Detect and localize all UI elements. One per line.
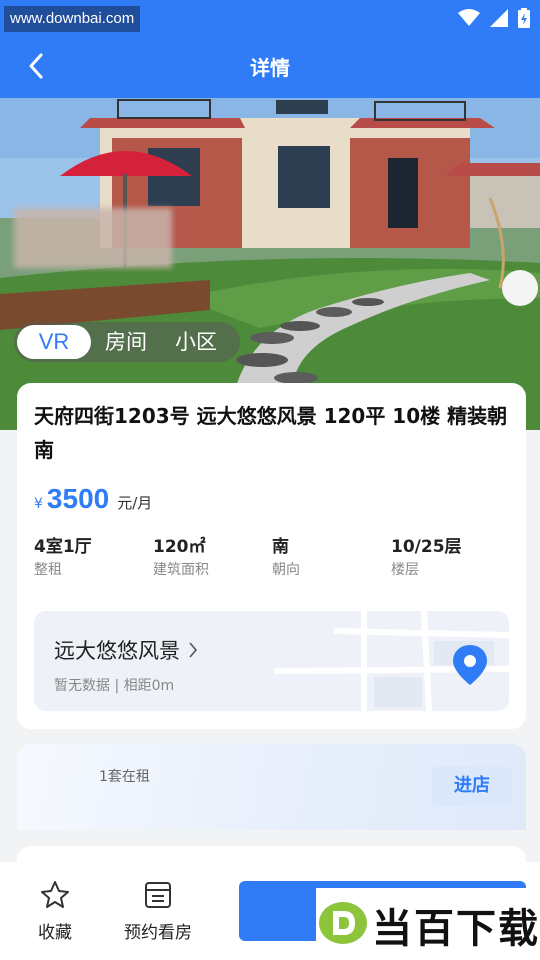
hero-image[interactable]: VR 房间 小区 <box>0 98 540 430</box>
agent-card: 1套在租 进店 <box>17 744 526 830</box>
top-bar: www.downbai.com 详情 <box>0 0 540 98</box>
spec-label: 楼层 <box>391 562 419 578</box>
location-pin-icon[interactable] <box>453 645 487 685</box>
spec-label: 建筑面积 <box>153 562 209 578</box>
price-value: 3500 <box>46 483 110 514</box>
listing-card: 天府四街1203号 远大悠悠风景 120平 10楼 精装朝南 ¥ 3500 元/… <box>17 383 526 729</box>
listings-count: 1套在租 <box>99 769 150 785</box>
community-link[interactable]: 远大悠悠风景 <box>54 635 198 665</box>
chevron-right-icon <box>189 642 198 658</box>
spec-area: 120㎡ 建筑面积 <box>153 535 272 581</box>
status-icons <box>458 6 530 30</box>
battery-icon <box>518 8 530 28</box>
spec-layout: 4室1厅 整租 <box>34 535 153 581</box>
enter-shop-button[interactable]: 进店 <box>432 766 512 806</box>
star-icon <box>41 881 69 908</box>
spec-value: 4室1厅 <box>34 537 92 557</box>
spec-value: 120㎡ <box>153 537 206 557</box>
appointment-button[interactable]: 预约看房 <box>124 880 192 943</box>
price-unit: 元/月 <box>117 494 153 512</box>
spec-label: 整租 <box>34 562 62 578</box>
appointment-label: 预约看房 <box>124 923 192 943</box>
community-name: 远大悠悠风景 <box>54 639 180 663</box>
price-symbol: ¥ <box>34 496 43 512</box>
tab-rooms[interactable]: 房间 <box>91 325 161 359</box>
page-title: 详情 <box>250 56 290 80</box>
wifi-icon <box>458 9 480 26</box>
community-subtitle: 暂无数据 | 相距0m <box>54 678 175 694</box>
tab-community[interactable]: 小区 <box>161 325 231 359</box>
spec-label: 朝向 <box>272 562 300 578</box>
spec-list: 4室1厅 整租 120㎡ 建筑面积 南 朝向 10/25层 楼层 <box>34 535 512 581</box>
listing-title: 天府四街1203号 远大悠悠风景 120平 10楼 精装朝南 <box>34 404 508 462</box>
tab-vr[interactable]: VR <box>17 325 91 359</box>
logo-text: 当百下载 <box>372 906 540 952</box>
favorite-button[interactable]: 收藏 <box>38 880 72 943</box>
blurred-region <box>14 208 172 268</box>
price: ¥ 3500 元/月 <box>34 483 152 515</box>
spec-orientation: 南 朝向 <box>272 535 391 581</box>
logo-mark <box>319 902 367 944</box>
spec-floor: 10/25层 楼层 <box>391 535 510 581</box>
calendar-list-icon <box>145 882 171 908</box>
favorite-label: 收藏 <box>38 923 72 943</box>
spec-value: 南 <box>272 537 289 557</box>
signal-icon <box>490 9 508 27</box>
media-tab-switch: VR 房间 小区 <box>14 322 240 362</box>
community-panel[interactable]: 远大悠悠风景 暂无数据 | 相距0m <box>34 611 509 711</box>
watermark: www.downbai.com <box>4 6 141 32</box>
spec-value: 10/25层 <box>391 537 462 557</box>
